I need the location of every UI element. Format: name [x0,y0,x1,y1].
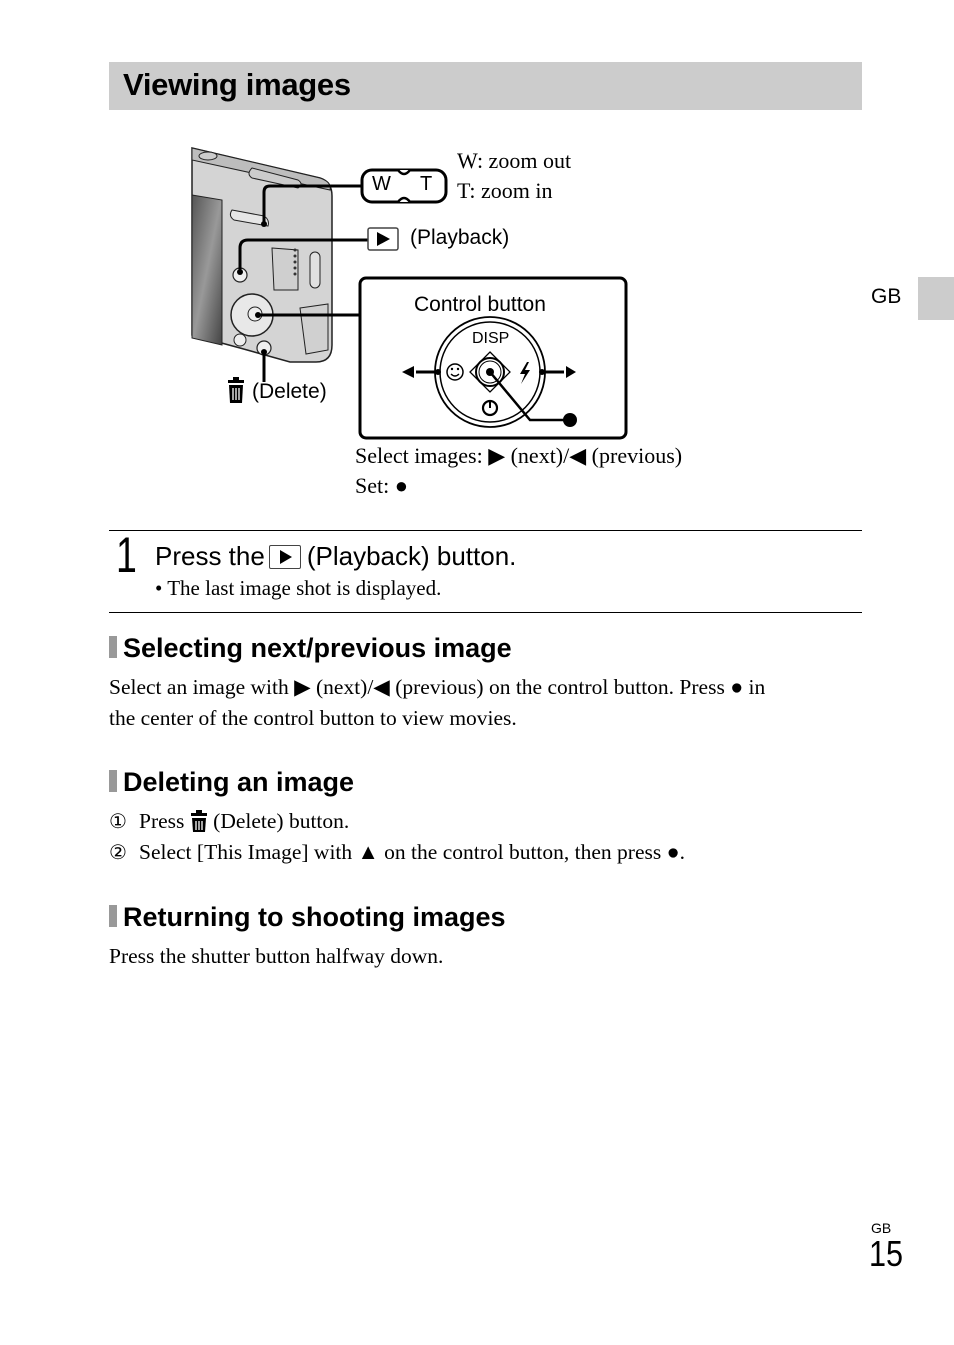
zoom-out-text: W: zoom out [457,148,572,173]
playback-icon [367,227,399,251]
step-number: 1 [116,527,137,583]
delete-label: (Delete) [252,380,327,403]
delete-step-1: ① Press (Delete) button. [109,806,349,837]
heading-text: Returning to shooting images [123,902,506,932]
page-number: 15 [869,1233,904,1274]
page-title-bar: Viewing images [109,62,862,110]
section-heading-selecting: Selecting next/previous image [109,633,512,664]
zoom-in-text: T: zoom in [457,178,553,203]
heading-marker [109,770,117,792]
step-top-divider [109,530,862,531]
delete-step-2: ② Select [This Image] with ▲ on the contr… [109,837,685,868]
select-images-prefix: Select images: [355,443,489,468]
heading-text: Selecting next/previous image [123,633,512,663]
heading-text: Deleting an image [123,767,355,797]
heading-marker [109,905,117,927]
page-title: Viewing images [123,67,351,102]
step-title: Press the (Playback) button. [155,541,516,572]
delete-step-2-text: Select [This Image] with ▲ on the contro… [139,840,685,864]
step-bottom-divider [109,612,862,613]
control-button-title: Control button [414,293,546,316]
side-language-label: GB [871,285,902,308]
step-title-suffix: (Playback) button. [306,541,517,571]
select-images-caption: Select images: ▶ (next)/◀ (previous) [355,443,682,469]
selecting-line-1: Select an image with ▶ (next)/◀ (previou… [109,675,766,699]
selecting-line-2: the center of the control button to view… [109,706,517,730]
step-title-prefix: Press the [155,541,265,571]
returning-line-1: Press the shutter button halfway down. [109,944,444,968]
trash-icon [190,810,207,832]
section-heading-returning: Returning to shooting images [109,902,506,933]
delete-step-1-suffix: (Delete) button. [207,809,350,833]
playback-label: (Playback) [410,226,510,249]
disp-label: DISP [472,330,510,347]
step-marker-1: ① [109,809,127,833]
section-heading-deleting: Deleting an image [109,767,354,798]
camera-diagram: W T W: zoom out T: zoom in (Playback) Co… [180,140,740,510]
select-prev-text: ◀ (previous) [569,443,683,468]
delete-step-1-prefix: Press [139,809,190,833]
zoom-t-label: T [420,173,433,195]
set-caption: Set: ● [355,473,409,498]
zoom-w-label: W [372,173,391,195]
step-bullet: • The last image shot is displayed. [155,576,442,600]
side-language-tab [918,277,954,320]
playback-icon [268,545,301,569]
step-marker-2: ② [109,840,127,864]
camera-body [191,147,333,363]
select-next-text: ▶ (next)/ [488,443,570,468]
heading-marker [109,636,117,658]
delete-trash-icon [228,377,244,403]
